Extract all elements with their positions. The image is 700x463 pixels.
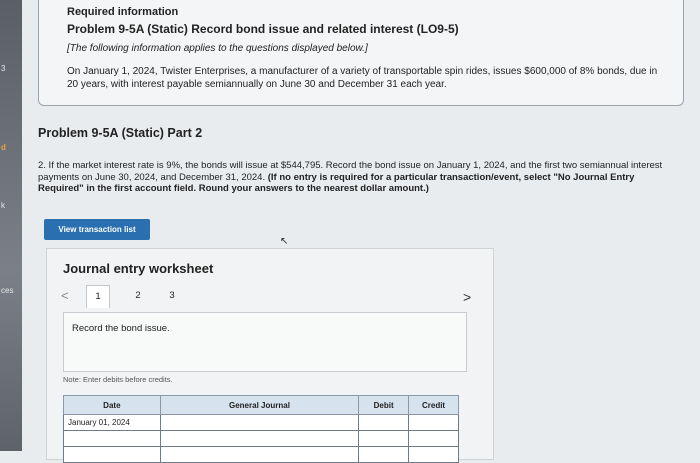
date-cell bbox=[63, 446, 161, 463]
problem-description: On January 1, 2024, Twister Enterprises,… bbox=[67, 66, 658, 90]
entry-tab-1[interactable]: 1 bbox=[86, 285, 110, 308]
mouse-cursor-icon: ↖ bbox=[280, 236, 289, 247]
account-cell[interactable] bbox=[159, 414, 360, 431]
credit-column-header: Credit bbox=[408, 395, 459, 415]
strip-label-1: 3 bbox=[1, 64, 6, 73]
strip-label-4: ces bbox=[1, 286, 14, 295]
debit-column-header: Debit bbox=[358, 395, 410, 415]
table-header-row: Date General Journal Debit Credit bbox=[63, 395, 459, 415]
table-row bbox=[63, 446, 459, 463]
required-information-heading: Required information bbox=[67, 6, 179, 18]
account-cell[interactable] bbox=[159, 446, 360, 463]
worksheet-title: Journal entry worksheet bbox=[63, 261, 214, 276]
required-information-panel: Required information Problem 9-5A (Stati… bbox=[38, 0, 684, 106]
table-row: January 01, 2024 bbox=[63, 414, 459, 431]
debit-cell[interactable] bbox=[358, 430, 410, 447]
next-entry-chevron-icon[interactable]: > bbox=[463, 289, 471, 305]
browser-side-strip: 3 d k ces bbox=[0, 0, 22, 451]
account-cell[interactable] bbox=[159, 430, 360, 447]
prev-entry-chevron-icon[interactable]: < bbox=[61, 288, 69, 303]
debit-cell[interactable] bbox=[358, 414, 410, 431]
date-cell bbox=[63, 430, 161, 447]
journal-table: Date General Journal Debit Credit Januar… bbox=[63, 395, 459, 463]
strip-label-3: k bbox=[1, 201, 5, 210]
part-title: Problem 9-5A (Static) Part 2 bbox=[38, 126, 203, 140]
question-text: 2. If the market interest rate is 9%, th… bbox=[38, 160, 682, 195]
date-column-header: Date bbox=[63, 395, 161, 415]
credit-cell[interactable] bbox=[408, 414, 459, 431]
credit-cell[interactable] bbox=[408, 446, 459, 463]
entry-tab-2[interactable]: 2 bbox=[127, 285, 149, 307]
strip-label-2: d bbox=[1, 143, 6, 152]
entry-description-text: Record the bond issue. bbox=[72, 323, 170, 334]
credit-cell[interactable] bbox=[408, 430, 459, 447]
date-cell: January 01, 2024 bbox=[63, 414, 161, 431]
general-journal-column-header: General Journal bbox=[159, 395, 360, 415]
journal-entry-worksheet: Journal entry worksheet < 1 2 3 Record t… bbox=[46, 248, 494, 463]
debit-cell[interactable] bbox=[358, 446, 410, 463]
problem-note: [The following information applies to th… bbox=[67, 43, 368, 54]
entry-description-box: Record the bond issue. bbox=[63, 312, 467, 372]
debits-before-credits-note: Note: Enter debits before credits. bbox=[63, 375, 173, 384]
problem-title: Problem 9-5A (Static) Record bond issue … bbox=[67, 22, 459, 36]
entry-tab-3[interactable]: 3 bbox=[161, 285, 183, 307]
table-row bbox=[63, 430, 459, 447]
view-transaction-list-button[interactable]: View transaction list bbox=[44, 219, 150, 240]
